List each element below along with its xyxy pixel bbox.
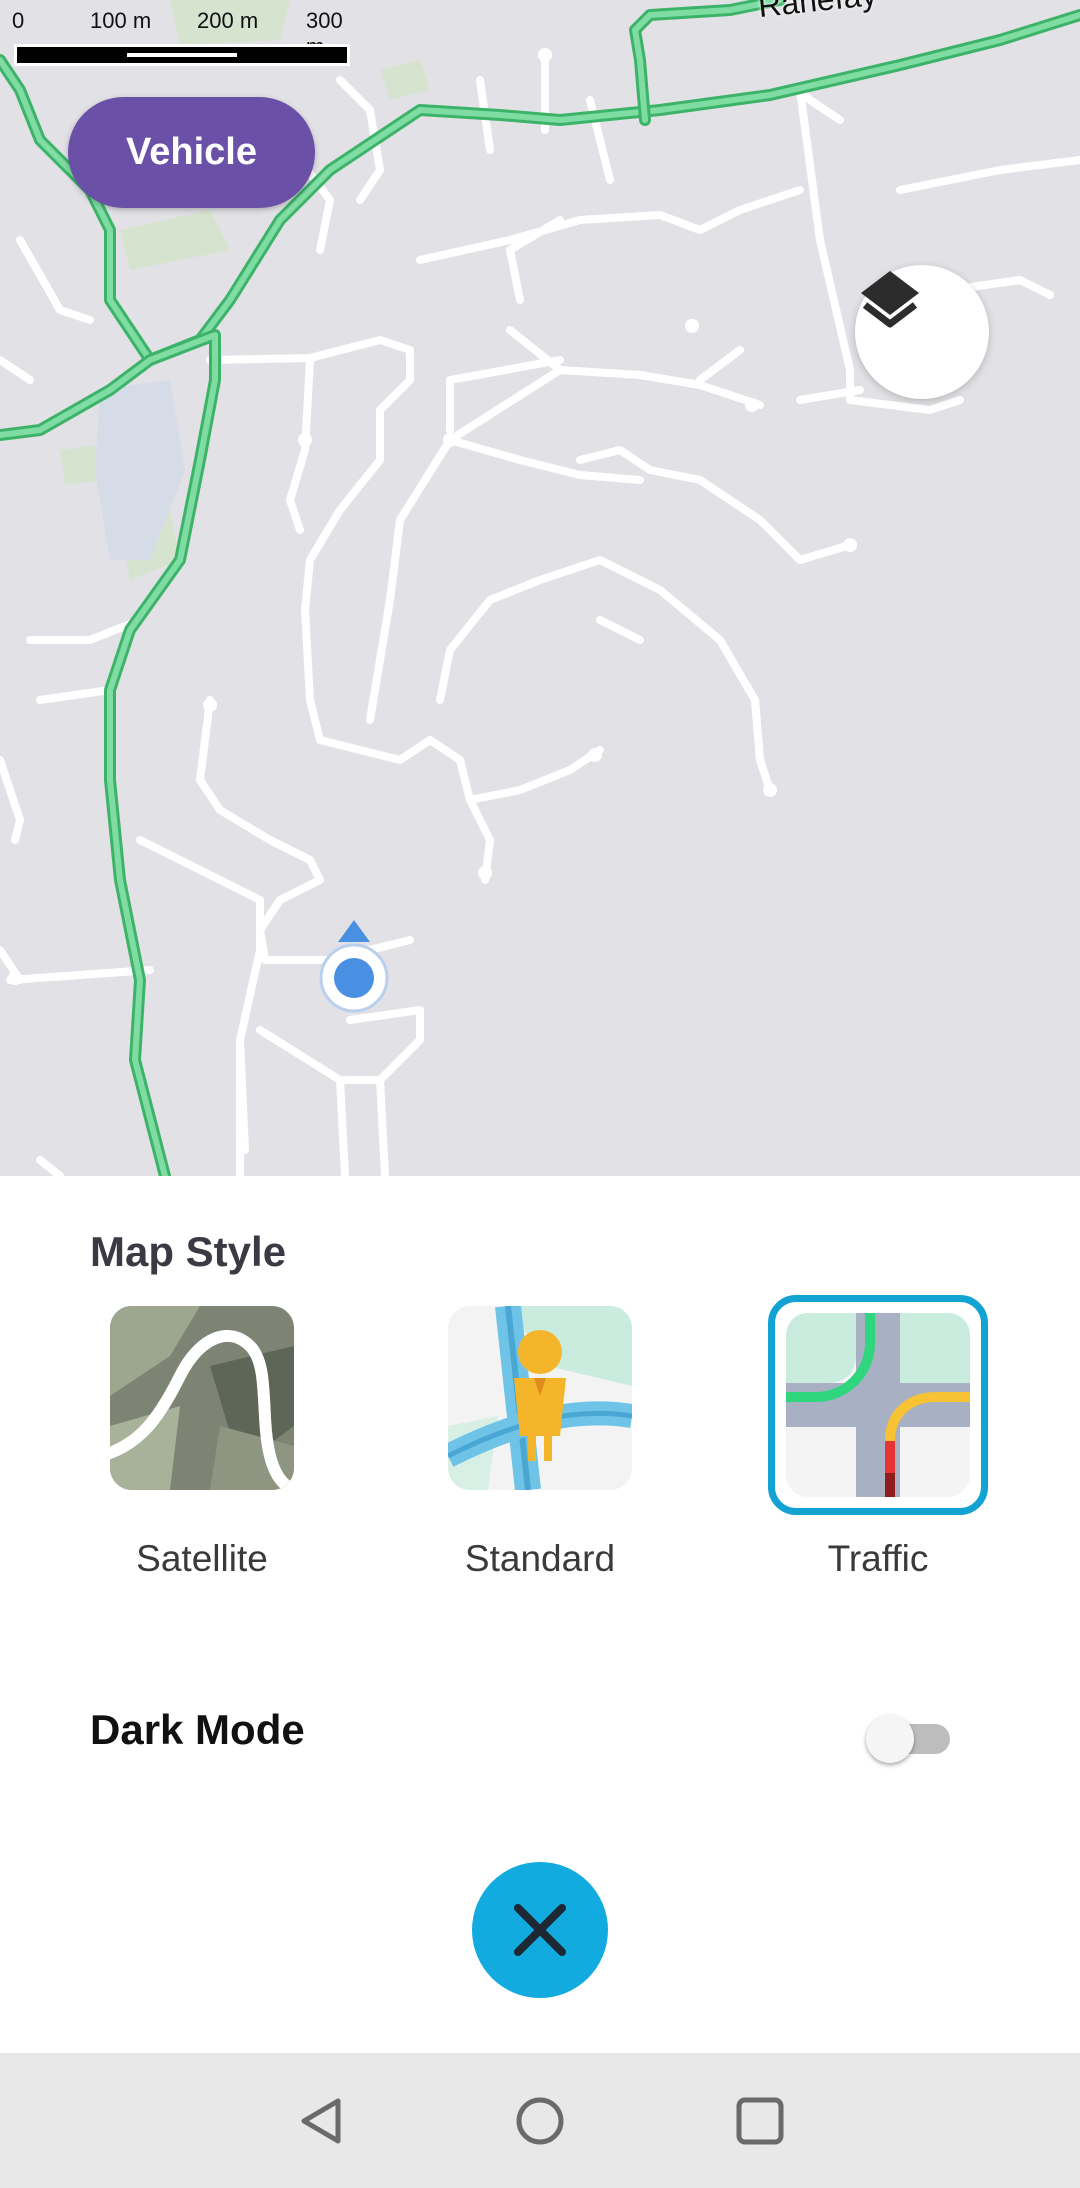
traffic-thumbnail-selected: [768, 1295, 988, 1515]
close-icon: [514, 1904, 566, 1956]
map-style-sheet: Map Style Satellite Standard Traffic Dar…: [0, 1176, 1080, 2053]
dark-mode-toggle[interactable]: [866, 1708, 960, 1766]
recents-icon: [736, 2097, 784, 2145]
nav-back-button[interactable]: [296, 2095, 348, 2147]
style-label-traffic: Traffic: [827, 1538, 929, 1579]
sheet-title: Map Style: [90, 1228, 287, 1275]
style-option-standard[interactable]: Standard: [420, 1306, 660, 1636]
location-marker: [319, 920, 389, 1013]
satellite-thumbnail: [110, 1306, 294, 1490]
back-icon: [301, 2098, 341, 2144]
system-nav-bar: [0, 2053, 1080, 2188]
close-button[interactable]: [472, 1862, 608, 1998]
toggle-knob: [866, 1715, 914, 1763]
standard-thumbnail: [448, 1306, 632, 1490]
scale-label-200: 200 m: [197, 8, 259, 33]
style-label-satellite: Satellite: [136, 1538, 268, 1579]
scale-label-0: 0: [12, 8, 25, 33]
scale-bar: [14, 44, 350, 66]
nav-recents-button[interactable]: [734, 2095, 786, 2147]
nav-home-button[interactable]: [514, 2095, 566, 2147]
dark-mode-label: Dark Mode: [90, 1706, 305, 1753]
layers-button[interactable]: [855, 265, 989, 399]
style-option-satellite[interactable]: Satellite: [82, 1306, 322, 1636]
map-scale: 0 100 m 200 m 300 m: [0, 0, 350, 70]
home-icon: [516, 2097, 564, 2145]
map-view[interactable]: Ranefay 0 100 m 200 m 300 m Vehicle: [0, 0, 1080, 1176]
scale-label-100: 100 m: [90, 8, 152, 33]
style-option-traffic[interactable]: Traffic: [758, 1295, 998, 1636]
style-label-standard: Standard: [464, 1538, 616, 1579]
layers-icon: [861, 271, 919, 328]
vehicle-mode-button[interactable]: Vehicle: [68, 97, 315, 208]
